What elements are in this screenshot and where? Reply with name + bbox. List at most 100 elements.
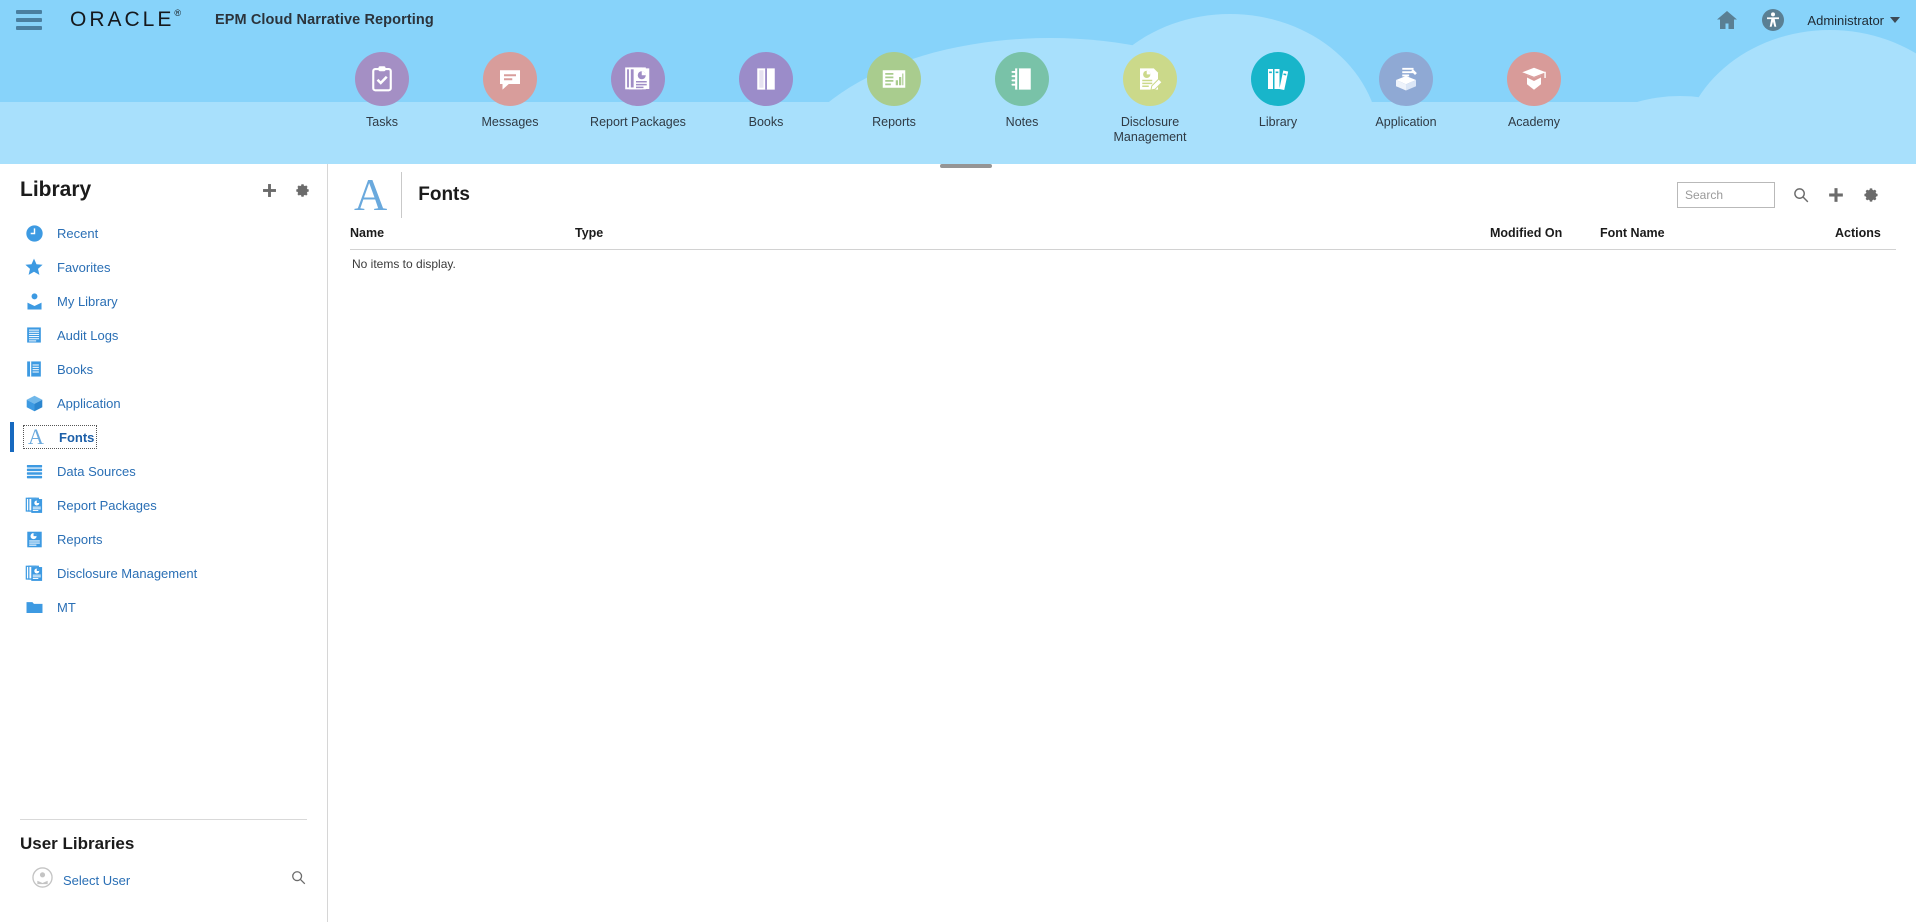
library-books-icon xyxy=(1268,69,1289,91)
column-header-actions[interactable]: Actions xyxy=(1835,226,1896,250)
nav-card-library[interactable]: Library xyxy=(1214,52,1342,130)
fonts-table-area: Name Type Modified On Font Name Actions … xyxy=(328,226,1916,271)
column-header-type[interactable]: Type xyxy=(575,226,1490,250)
sidebar-item-data-sources[interactable]: Data Sources xyxy=(0,454,327,488)
nav-card-report-packages[interactable]: Report Packages xyxy=(574,52,702,130)
chevron-down-icon xyxy=(1890,17,1900,23)
sidebar-item-disclosure-management[interactable]: Disclosure Management xyxy=(0,556,327,590)
nav-card-notes[interactable]: Notes xyxy=(958,52,1086,130)
sidebar-bottom-spacer xyxy=(0,894,327,922)
reports-icon xyxy=(24,529,44,549)
sidebar-item-label: Report Packages xyxy=(57,497,157,513)
nav-label: Academy xyxy=(1507,115,1561,129)
sidebar-item-label: Recent xyxy=(57,225,99,241)
report-packages-icon xyxy=(24,495,44,515)
nav-card-academy[interactable]: Academy xyxy=(1470,52,1598,130)
disclosure-management-circle xyxy=(1123,52,1177,106)
sidebar-item-label: Disclosure Management xyxy=(57,565,198,581)
plus-icon[interactable] xyxy=(1827,186,1845,204)
sidebar-item-audit-logs[interactable]: Audit Logs xyxy=(0,318,327,352)
sidebar-item-my-library[interactable]: My Library xyxy=(0,284,327,318)
sidebar-item-reports[interactable]: Reports xyxy=(0,522,327,556)
reports-icon xyxy=(882,70,906,88)
sidebar-item-recent[interactable]: Recent xyxy=(0,216,327,250)
books-icon xyxy=(757,68,775,90)
oracle-logo: ORACLE® xyxy=(70,8,181,32)
disclosure-management-icon xyxy=(24,563,44,583)
fonts-letter-a-icon: A xyxy=(350,172,403,218)
nav-label: Application xyxy=(1375,115,1437,129)
academy-cap-icon xyxy=(1522,67,1546,90)
accessibility-icon[interactable] xyxy=(1761,8,1785,32)
page-title: Fonts xyxy=(418,184,470,205)
disclosure-management-icon xyxy=(1140,68,1163,91)
gear-icon[interactable] xyxy=(294,182,311,199)
sidebar-item-label: Audit Logs xyxy=(57,327,119,343)
nav-card-tasks[interactable]: Tasks xyxy=(318,52,446,130)
column-header-font-name[interactable]: Font Name xyxy=(1600,226,1835,250)
nav-label: Notes xyxy=(1005,115,1039,129)
library-nav-list: Recent Favorites My Library Audit Logs B… xyxy=(0,212,327,624)
search-icon[interactable] xyxy=(1792,186,1810,204)
panel-collapse-handle[interactable] xyxy=(940,164,992,168)
search-input[interactable] xyxy=(1677,182,1775,208)
reports-circle xyxy=(867,52,921,106)
user-libraries-section: User Libraries Select User xyxy=(0,820,327,922)
sidebar-header: Library xyxy=(0,164,327,212)
report-packages-circle xyxy=(611,52,665,106)
user-menu[interactable]: Administrator xyxy=(1807,13,1900,28)
empty-state-message: No items to display. xyxy=(352,257,456,271)
clock-icon xyxy=(24,223,44,243)
app-header: ORACLE® EPM Cloud Narrative Reporting Ad… xyxy=(0,0,1916,40)
nav-label: Disclosure Management xyxy=(1113,115,1187,144)
oracle-wordmark: ORACLE xyxy=(70,8,175,31)
column-header-name[interactable]: Name xyxy=(350,226,575,250)
sidebar-item-favorites[interactable]: Favorites xyxy=(0,250,327,284)
sidebar-item-fonts-focus: A Fonts xyxy=(22,425,98,449)
plus-icon[interactable] xyxy=(261,182,278,199)
application-circle xyxy=(1379,52,1433,106)
notes-circle xyxy=(995,52,1049,106)
sidebar-header-actions xyxy=(261,182,311,199)
sidebar-item-label: My Library xyxy=(57,293,118,309)
sidebar-item-report-packages[interactable]: Report Packages xyxy=(0,488,327,522)
sidebar-item-mt[interactable]: MT xyxy=(0,590,327,624)
sidebar-item-books[interactable]: Books xyxy=(0,352,327,386)
nav-card-books[interactable]: Books xyxy=(702,52,830,130)
column-header-modified-on[interactable]: Modified On xyxy=(1490,226,1600,250)
page-body: Library Recent Favorites My Library Audi… xyxy=(0,164,1916,922)
hamburger-icon[interactable] xyxy=(16,10,42,30)
search-icon[interactable] xyxy=(290,869,307,891)
user-avatar-icon xyxy=(32,867,53,893)
registered-mark: ® xyxy=(174,8,181,18)
nav-label: Messages xyxy=(481,115,539,129)
select-user-link[interactable]: Select User xyxy=(63,873,130,888)
sidebar-item-label: Books xyxy=(57,361,94,377)
nav-label: Books xyxy=(748,115,784,129)
app-title: EPM Cloud Narrative Reporting xyxy=(215,12,434,28)
home-icon[interactable] xyxy=(1715,8,1739,32)
sidebar-item-label: Favorites xyxy=(57,259,111,275)
tasks-clipboard-icon xyxy=(372,66,392,92)
nav-card-application[interactable]: Application xyxy=(1342,52,1470,130)
messages-bubble-icon xyxy=(500,70,520,90)
report-packages-icon xyxy=(625,67,650,90)
main-navigation: Tasks Messages Report Packages Books Rep… xyxy=(0,40,1916,145)
top-banner: ORACLE® EPM Cloud Narrative Reporting Ad… xyxy=(0,0,1916,164)
nav-card-reports[interactable]: Reports xyxy=(830,52,958,130)
nav-card-disclosure-management[interactable]: Disclosure Management xyxy=(1086,52,1214,145)
sidebar-item-label: Fonts xyxy=(59,429,95,445)
sidebar-item-label: MT xyxy=(57,599,76,615)
nav-label: Library xyxy=(1258,115,1298,129)
nav-card-messages[interactable]: Messages xyxy=(446,52,574,130)
books-circle xyxy=(739,52,793,106)
content-toolbar xyxy=(1677,182,1896,208)
sidebar-item-fonts[interactable]: A Fonts xyxy=(0,420,327,454)
sidebar-item-label: Reports xyxy=(57,531,103,547)
notes-icon xyxy=(1011,68,1031,90)
main-content: A Fonts Name xyxy=(328,164,1916,922)
sidebar-item-application[interactable]: Application xyxy=(0,386,327,420)
library-sidebar: Library Recent Favorites My Library Audi… xyxy=(0,164,328,922)
folder-icon xyxy=(24,597,44,617)
gear-icon[interactable] xyxy=(1862,186,1880,204)
